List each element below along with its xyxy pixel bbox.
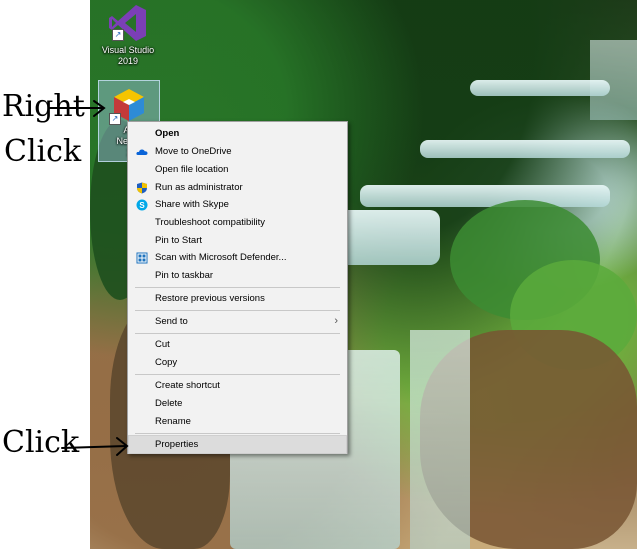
arrow-line-click <box>61 445 127 449</box>
annotation-arrows <box>49 100 129 456</box>
